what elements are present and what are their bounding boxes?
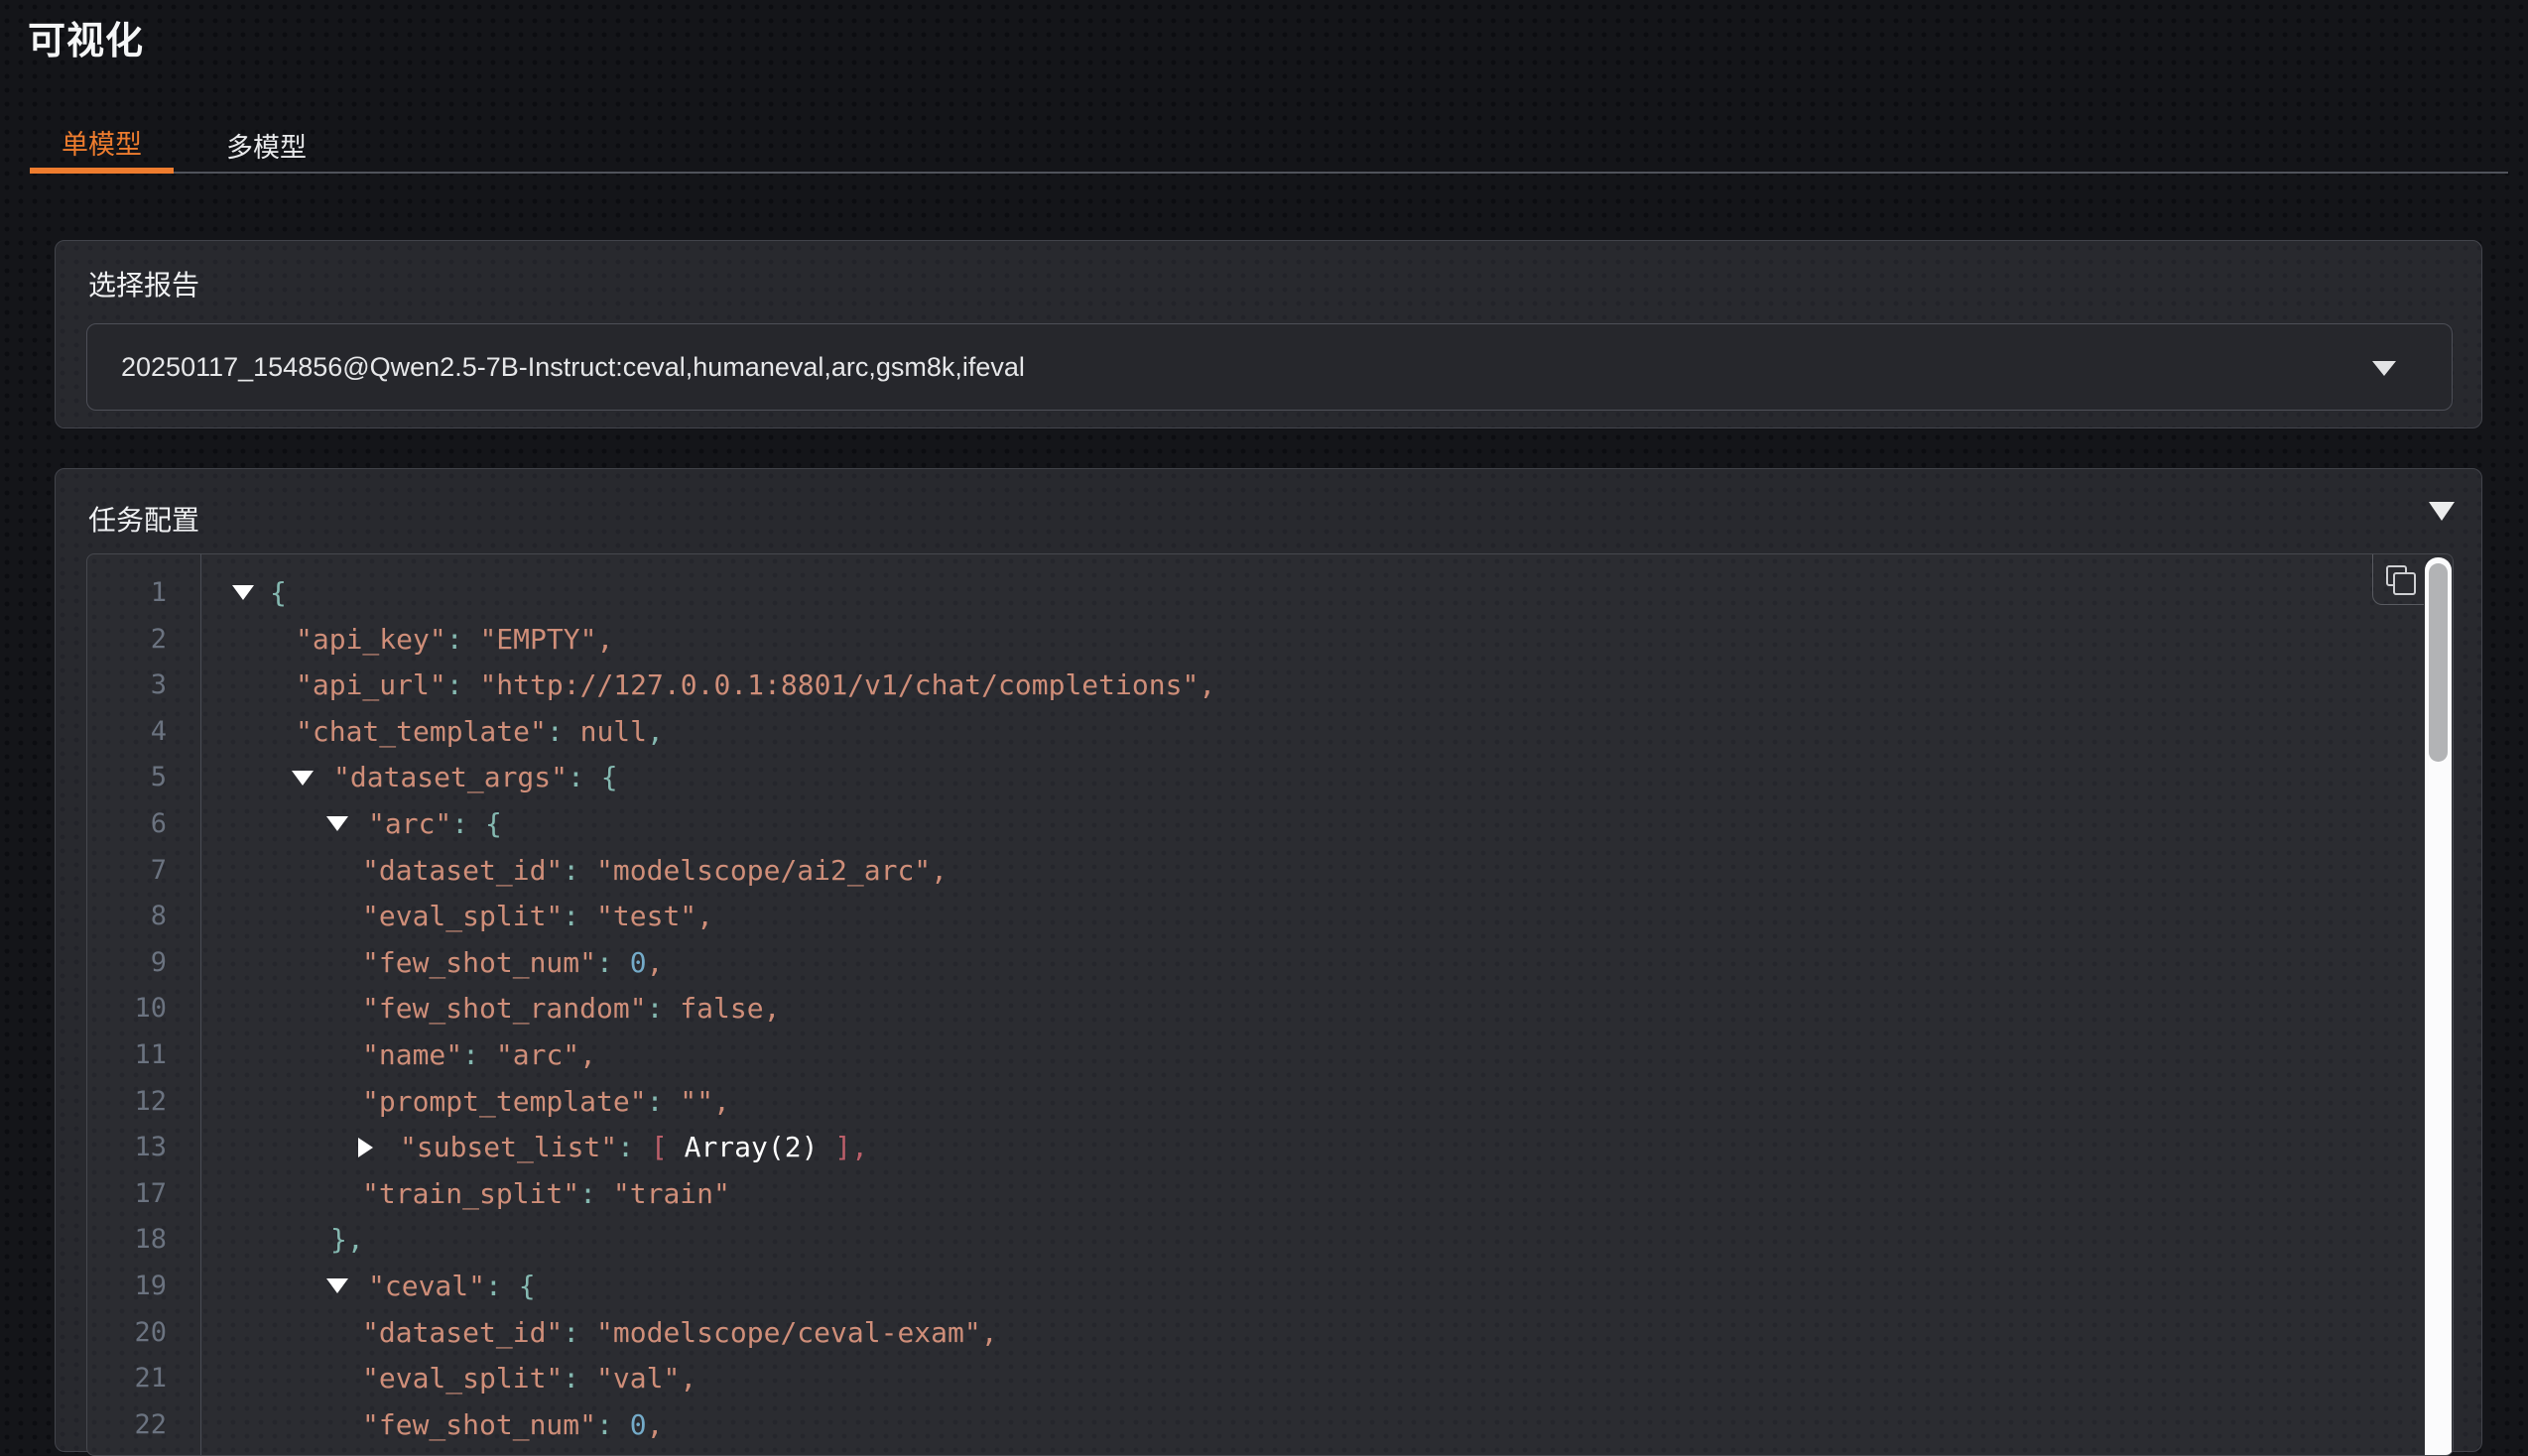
code-line: 3"api_url": "http://127.0.0.1:8801/v1/ch… bbox=[87, 663, 2453, 709]
report-dropdown[interactable]: 20250117_154856@Qwen2.5-7B-Instruct:ceva… bbox=[86, 323, 2453, 411]
code-line: 12"prompt_template": "", bbox=[87, 1079, 2453, 1126]
json-config-viewer: 1{2"api_key": "EMPTY",3"api_url": "http:… bbox=[86, 553, 2454, 1456]
page-title: 可视化 bbox=[28, 10, 144, 64]
tab-bar-divider bbox=[30, 172, 2508, 174]
line-number: 10 bbox=[87, 986, 200, 1032]
line-number: 18 bbox=[87, 1217, 200, 1264]
code-line: 7"dataset_id": "modelscope/ai2_arc", bbox=[87, 848, 2453, 895]
collapse-collapsed-icon[interactable] bbox=[358, 1138, 373, 1157]
line-number: 2 bbox=[87, 617, 200, 664]
code-line: 6"arc": { bbox=[87, 801, 2453, 848]
code-line: 4"chat_template": null, bbox=[87, 709, 2453, 756]
line-number: 11 bbox=[87, 1032, 200, 1079]
collapse-expanded-icon[interactable] bbox=[326, 1278, 348, 1293]
line-number: 21 bbox=[87, 1356, 200, 1402]
line-number: 5 bbox=[87, 755, 200, 801]
code-line: 1{ bbox=[87, 570, 2453, 617]
json-code-lines: 1{2"api_key": "EMPTY",3"api_url": "http:… bbox=[87, 570, 2453, 1448]
code-line: 10"few_shot_random": false, bbox=[87, 986, 2453, 1032]
tab-single-model[interactable]: 单模型 bbox=[30, 117, 174, 174]
code-scrollbar-track[interactable] bbox=[2425, 557, 2452, 1456]
line-number: 9 bbox=[87, 940, 200, 987]
collapse-expanded-icon[interactable] bbox=[326, 816, 348, 831]
line-number: 12 bbox=[87, 1079, 200, 1126]
code-line: 5"dataset_args": { bbox=[87, 755, 2453, 801]
line-number: 17 bbox=[87, 1171, 200, 1218]
line-number: 13 bbox=[87, 1125, 200, 1171]
code-line: 8"eval_split": "test", bbox=[87, 894, 2453, 940]
report-select-label: 选择报告 bbox=[88, 264, 199, 303]
code-line: 22"few_shot_num": 0, bbox=[87, 1402, 2453, 1449]
task-config-panel: 任务配置 1{2"api_key": "EMPTY",3"api_url": "… bbox=[55, 468, 2482, 1452]
tab-multi-model[interactable]: 多模型 bbox=[194, 117, 338, 174]
report-select-panel: 选择报告 20250117_154856@Qwen2.5-7B-Instruct… bbox=[55, 240, 2482, 428]
line-number: 19 bbox=[87, 1264, 200, 1310]
task-config-label: 任务配置 bbox=[88, 499, 199, 539]
collapse-expanded-icon[interactable] bbox=[232, 585, 254, 600]
line-number: 8 bbox=[87, 894, 200, 940]
caret-down-icon bbox=[2372, 361, 2396, 376]
code-scrollbar-thumb[interactable] bbox=[2429, 563, 2448, 762]
line-number: 6 bbox=[87, 801, 200, 848]
task-config-accordion-header[interactable]: 任务配置 bbox=[56, 469, 2481, 539]
line-number: 4 bbox=[87, 709, 200, 756]
accordion-caret-down-icon bbox=[2429, 502, 2455, 521]
copy-button[interactable] bbox=[2372, 554, 2424, 605]
collapse-expanded-icon[interactable] bbox=[292, 771, 314, 786]
code-line: 17"train_split": "train" bbox=[87, 1171, 2453, 1218]
line-number: 1 bbox=[87, 570, 200, 617]
report-dropdown-value: 20250117_154856@Qwen2.5-7B-Instruct:ceva… bbox=[121, 352, 1025, 383]
code-line: 2"api_key": "EMPTY", bbox=[87, 617, 2453, 664]
code-line: 18}, bbox=[87, 1217, 2453, 1264]
line-number: 22 bbox=[87, 1402, 200, 1449]
line-number: 3 bbox=[87, 663, 200, 709]
line-number: 20 bbox=[87, 1310, 200, 1357]
code-line: 20"dataset_id": "modelscope/ceval-exam", bbox=[87, 1310, 2453, 1357]
tab-bar: 单模型 多模型 bbox=[0, 117, 2528, 174]
line-number: 7 bbox=[87, 848, 200, 895]
code-line: 11"name": "arc", bbox=[87, 1032, 2453, 1079]
code-line: 21"eval_split": "val", bbox=[87, 1356, 2453, 1402]
code-line: 19"ceval": { bbox=[87, 1264, 2453, 1310]
code-line: 13"subset_list": [ Array(2) ], bbox=[87, 1125, 2453, 1171]
code-line: 9"few_shot_num": 0, bbox=[87, 940, 2453, 987]
